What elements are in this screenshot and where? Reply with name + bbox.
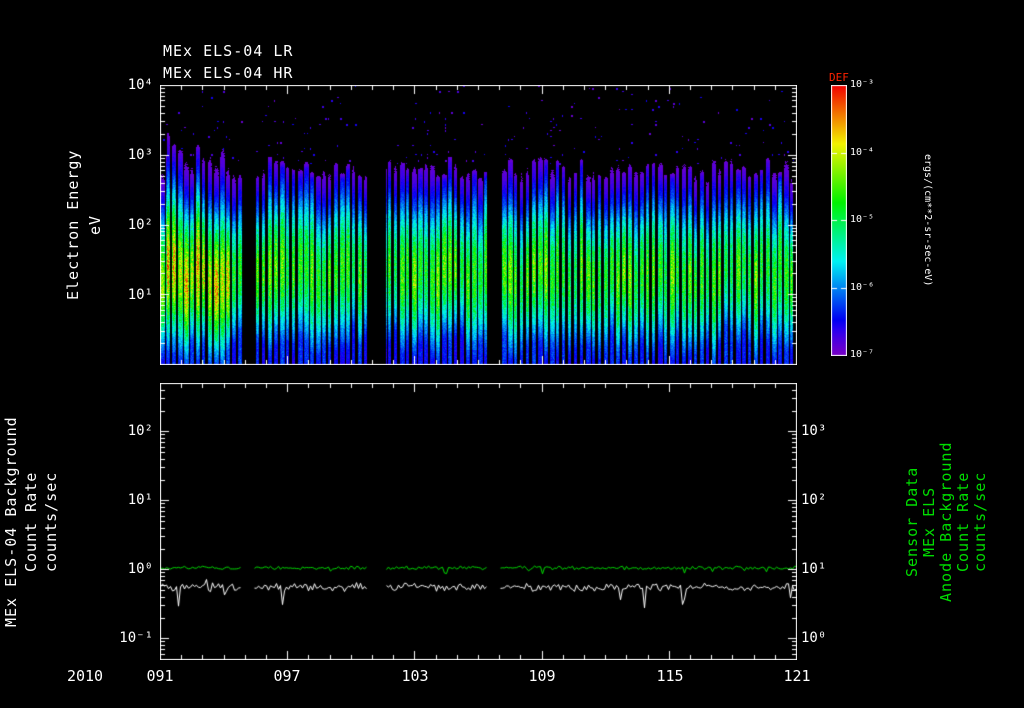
y-tick-label: 10² [127, 217, 153, 233]
right-axis-label-line: counts/sec [971, 471, 989, 572]
y-tick-label: 10⁻¹ [119, 630, 153, 646]
y-tick-label: 10⁰ [801, 630, 827, 646]
x-tick-label: 091 [146, 667, 174, 685]
y-tick-label: 10³ [127, 147, 153, 163]
spectrogram-figure: MEx ELS-04 LR MEx ELS-04 HR Electron Ene… [0, 0, 1024, 708]
plot-title-hr: MEx ELS-04 HR [163, 64, 294, 82]
x-tick-label: 103 [401, 667, 429, 685]
y-tick-label: 10² [127, 423, 153, 439]
colorbar-units-label: ergs/(cm**2-sr-sec-eV) [922, 154, 933, 287]
right-axis-label-line: MEx ELS [920, 486, 938, 557]
colorbar-tick-label: 10⁻⁵ [850, 214, 875, 225]
colorbar-tick-label: 10⁻⁶ [850, 282, 875, 293]
x-tick-label: 109 [528, 667, 556, 685]
x-tick-label: 115 [656, 667, 684, 685]
colorbar-title: DEF [829, 71, 849, 84]
left-axis-label-line: Count Rate [22, 471, 40, 572]
y-tick-label: 10² [801, 492, 827, 508]
y-axis-label-electron-energy: Electron Energy [64, 149, 82, 301]
y-tick-label: 10⁴ [127, 77, 153, 93]
right-axis-label-line: Count Rate [954, 471, 972, 572]
right-axis-label-line: Sensor Data [903, 466, 921, 577]
colorbar-gradient [831, 85, 847, 356]
colorbar-tick-label: 10⁻⁷ [850, 349, 875, 360]
x-axis-year-label: 2010 [66, 667, 104, 685]
y-tick-label: 10¹ [801, 561, 827, 577]
y-axis-units-ev: eV [86, 214, 104, 236]
y-tick-label: 10¹ [127, 287, 153, 303]
colorbar-tick-label: 10⁻³ [850, 79, 875, 90]
y-tick-label: 10⁰ [127, 561, 153, 577]
x-tick-label: 121 [783, 667, 811, 685]
x-tick-label: 097 [273, 667, 301, 685]
left-axis-label-line: counts/sec [42, 471, 60, 572]
right-axis-label-line: Anode Background [937, 441, 955, 602]
spectrogram-canvas [160, 85, 797, 365]
left-axis-label-line: MEx ELS-04 Background [2, 416, 20, 627]
y-tick-label: 10¹ [127, 492, 153, 508]
plot-title-lr: MEx ELS-04 LR [163, 42, 294, 60]
y-tick-label: 10³ [801, 423, 827, 439]
colorbar-tick-label: 10⁻⁴ [850, 147, 875, 158]
count-rate-canvas [160, 383, 797, 660]
